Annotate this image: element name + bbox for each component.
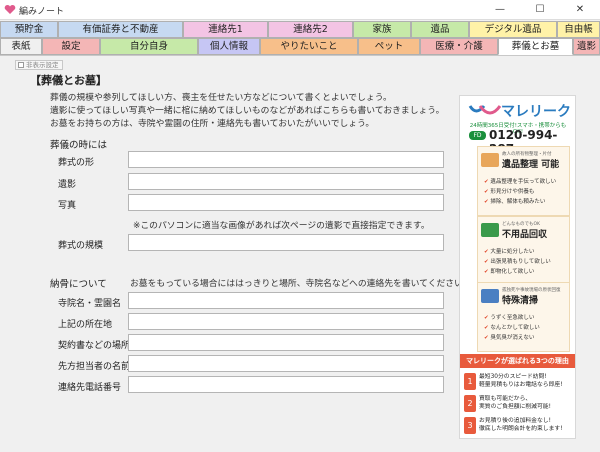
- tab-row-1: 預貯金 有価証券と不動産 連絡先1 連絡先2 家族 遺品 デジタル遺品 自由帳: [0, 21, 600, 38]
- tab-bottom-3[interactable]: 個人情報: [198, 38, 260, 55]
- burial-note: お墓をもっている場合にははっきりと場所、寺院名などへの連絡先を書いてください。: [130, 279, 472, 289]
- tab-top-1[interactable]: 有価証券と不動産: [58, 21, 183, 38]
- title-bar: 編みノート — ☐ ✕: [0, 0, 600, 20]
- service-item: 遺品整理を手伝って欲しい: [484, 177, 556, 187]
- contract-location-input[interactable]: [128, 334, 444, 351]
- box-icon: [481, 153, 499, 167]
- photo-note: ※このパソコンに適当な画像があれば次ページの遺影で直接指定できます。: [133, 221, 430, 231]
- reason-number: 3: [464, 417, 476, 434]
- tab-top-0[interactable]: 預貯金: [0, 21, 58, 38]
- contact-person-input[interactable]: [128, 355, 444, 372]
- service-item: 形見分けや供養も: [484, 187, 556, 197]
- service-box-estate: 故人の所有物整理・片付 遺品整理 可能 遺品整理を手伝って欲しい 形見分けや供養…: [477, 146, 570, 216]
- service-list: 大量に処分したい 出張見積もりして欲しい 即物化して欲しい: [484, 247, 551, 277]
- tab-bottom-0[interactable]: 表紙: [0, 38, 42, 55]
- brand-name: マレリーク: [501, 104, 571, 120]
- service-list: うずく至急欲しい なんとかして欲しい 臭気臭が消えない: [484, 313, 540, 343]
- tab-top-4[interactable]: 家族: [353, 21, 411, 38]
- house-icon: [481, 289, 499, 303]
- intro-line-1: 葬儀の規模や参列してほしい方、喪主を任せたい方などについて書くとよいでしょう。: [50, 93, 392, 103]
- service-item: 出張見積もりして欲しい: [484, 257, 550, 267]
- service-heading: 遺品整理 可能: [502, 160, 560, 170]
- field-label-funeral-type: 葬式の形: [58, 158, 95, 168]
- funeral-type-input[interactable]: [128, 151, 444, 168]
- close-button[interactable]: ✕: [560, 0, 600, 20]
- tab-bottom-7[interactable]: 葬儀とお墓: [498, 38, 573, 55]
- tab-bottom-2[interactable]: 自分自身: [100, 38, 198, 55]
- intro-line-3: お墓をお持ちの方は、寺院や霊園の住所・連絡先も書いておいたがいいでしょう。: [50, 119, 375, 129]
- truck-icon: [481, 223, 499, 237]
- hide-setting-checkbox[interactable]: [18, 62, 24, 68]
- service-list: 遺品整理を手伝って欲しい 形見分けや供養も 掃除、解体も頼みたい: [484, 177, 556, 207]
- field-label-funeral-scale: 葬式の規模: [58, 241, 104, 251]
- service-item: なんとかして欲しい: [484, 323, 539, 333]
- reason-line: お見積り後の追加料金なし!: [479, 418, 551, 424]
- tab-bottom-6[interactable]: 医療・介護: [420, 38, 498, 55]
- service-item: 臭気臭が消えない: [484, 333, 540, 343]
- service-heading: 特殊清掃: [502, 296, 539, 306]
- tab-bottom-4[interactable]: やりたいこと: [260, 38, 358, 55]
- reason-line: 買取も可能だから、: [479, 396, 532, 402]
- maximize-button[interactable]: ☐: [520, 0, 560, 20]
- reason-text: 最短30分のスピード訪問! 軽量見積もりはお電話なら即座!: [479, 373, 562, 389]
- tab-top-6[interactable]: デジタル遺品: [469, 21, 557, 38]
- reason-line: 実質のご負担額に削減可能!: [479, 404, 551, 410]
- freedial-icon: FD: [469, 131, 486, 140]
- funeral-scale-input[interactable]: [128, 234, 444, 251]
- reasons-banner: マレリークが選ばれる3つの理由: [460, 354, 575, 368]
- reason-number: 1: [464, 373, 476, 390]
- service-heading: 不用品回収: [502, 230, 548, 240]
- temple-name-input[interactable]: [128, 292, 444, 309]
- funeral-heading: 葬儀の時には: [50, 140, 108, 151]
- reason-line: 軽量見積もりはお電話なら即座!: [479, 382, 563, 388]
- window-title: 編みノート: [19, 7, 65, 17]
- service-item: 即物化して欲しい: [484, 267, 551, 277]
- reason-number: 2: [464, 395, 476, 412]
- tab-top-7[interactable]: 自由帳: [557, 21, 600, 38]
- reason-text: 買取も可能だから、 実質のご負担額に削減可能!: [479, 395, 551, 411]
- field-label-temple-address: 上記の所在地: [58, 320, 113, 330]
- service-item: 掃除、解体も頼みたい: [484, 197, 556, 207]
- section-title: 【葬儀とお墓】: [30, 74, 107, 87]
- tab-bottom-8[interactable]: 遺影: [573, 38, 600, 55]
- minimize-button[interactable]: —: [480, 0, 520, 20]
- reason-2: 2 買取も可能だから、 実質のご負担額に削減可能!: [464, 394, 572, 414]
- field-label-temple-name: 寺院名・霊園名: [58, 299, 122, 309]
- reason-1: 1 最短30分のスピード訪問! 軽量見積もりはお電話なら即座!: [464, 372, 572, 392]
- phone-block: FD 0120-994-287: [464, 128, 574, 156]
- tab-bottom-5[interactable]: ペット: [358, 38, 420, 55]
- hide-setting-label: 非表示設定: [26, 61, 59, 69]
- advertisement-banner[interactable]: マレリーク 24時間365日受付!スマホ・携帯からもOK! FD 0120-99…: [459, 95, 576, 439]
- tab-top-3[interactable]: 連絡先2: [268, 21, 353, 38]
- hide-setting-toggle[interactable]: 非表示設定: [15, 60, 63, 70]
- field-label-photo: 写真: [58, 201, 77, 211]
- service-box-junk: どんなものでもOK 不用品回収 大量に処分したい 出張見積もりして欲しい 即物化…: [477, 216, 570, 286]
- service-item: 大量に処分したい: [484, 247, 551, 257]
- burial-heading: 納骨について: [50, 279, 107, 290]
- contact-phone-input[interactable]: [128, 376, 444, 393]
- reason-3: 3 お見積り後の追加料金なし! 徹底した明朗会計を約束します!: [464, 416, 572, 436]
- app-icon: [4, 4, 16, 14]
- tab-bottom-1[interactable]: 設定: [42, 38, 100, 55]
- tab-row-2: 表紙 設定 自分自身 個人情報 やりたいこと ペット 医療・介護 葬儀とお墓 遺影: [0, 38, 600, 55]
- reason-line: 最短30分のスピード訪問!: [479, 374, 547, 380]
- reason-text: お見積り後の追加料金なし! 徹底した明朗会計を約束します!: [479, 417, 562, 433]
- tab-top-2[interactable]: 連絡先1: [183, 21, 268, 38]
- temple-address-input[interactable]: [128, 313, 444, 330]
- field-label-contact-phone: 連絡先電話番号: [58, 383, 122, 393]
- photo-input[interactable]: [128, 194, 444, 211]
- intro-line-2: 遺影に使ってほしい写真や一緒に棺に納めてほしいものなどがあればこちらも書いておき…: [50, 106, 445, 116]
- field-label-contact-person: 先方担当者の名前: [58, 362, 131, 372]
- field-label-portrait: 遺影: [58, 180, 77, 190]
- field-label-contract-location: 契約書などの場所: [58, 341, 131, 351]
- service-item: うずく至急欲しい: [484, 313, 540, 323]
- service-box-cleaning: 孤独死や事故現場の原状回復 特殊清掃 うずく至急欲しい なんとかして欲しい 臭気…: [477, 282, 570, 352]
- tab-top-5[interactable]: 遺品: [411, 21, 469, 38]
- portrait-input[interactable]: [128, 173, 444, 190]
- reason-line: 徹底した明朗会計を約束します!: [479, 426, 563, 432]
